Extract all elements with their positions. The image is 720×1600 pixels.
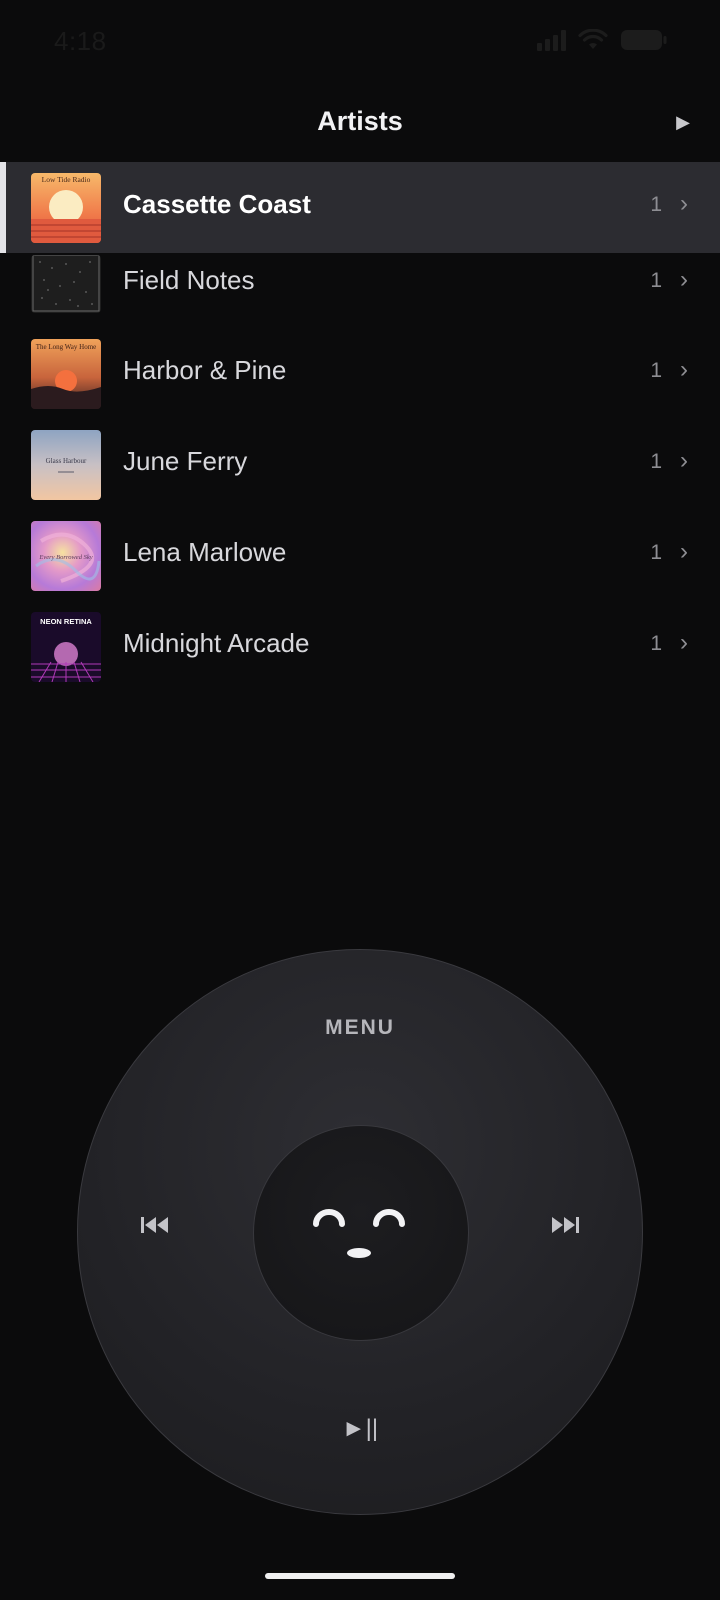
artist-row-harbor-pine[interactable]: The Long Way Home Harbor & Pine 1 › — [0, 328, 720, 419]
album-art-text: NEON RETINA — [40, 617, 92, 626]
album-count: 1 — [650, 359, 662, 382]
battery-icon — [620, 28, 668, 52]
previous-track-icon[interactable] — [140, 1215, 170, 1240]
chevron-right-icon: › — [680, 629, 688, 656]
home-indicator[interactable] — [265, 1573, 455, 1579]
album-count: 1 — [650, 269, 662, 292]
menu-button[interactable]: MENU — [78, 1016, 642, 1040]
header: Artists ▶ — [0, 84, 720, 162]
artist-row-june-ferry[interactable]: Glass Harbour June Ferry 1 › — [0, 419, 720, 510]
album-art-thumbnail: The Long Way Home — [31, 339, 101, 409]
artist-name: June Ferry — [123, 446, 248, 476]
album-art-thumbnail: Every Borrowed Sky — [31, 521, 101, 591]
artist-row-lena-marlowe[interactable]: Every Borrowed Sky Lena Marlowe 1 › — [0, 510, 720, 601]
album-art-thumbnail: Low Tide Radio — [31, 173, 101, 243]
now-playing-play-icon[interactable]: ▶ — [676, 112, 690, 133]
chevron-right-icon: › — [680, 266, 688, 293]
status-time: 4:18 — [54, 26, 107, 56]
chevron-right-icon: › — [680, 538, 688, 565]
page-title: Artists — [317, 106, 403, 136]
artist-name: Cassette Coast — [123, 189, 311, 219]
album-art-text: Every Borrowed Sky — [38, 554, 92, 561]
album-art-text: The Long Way Home — [36, 343, 97, 351]
chevron-right-icon: › — [680, 190, 688, 217]
play-pause-button[interactable]: ►|| — [78, 1415, 642, 1443]
album-count: 1 — [650, 541, 662, 564]
album-art-text: Low Tide Radio — [42, 175, 91, 184]
album-count: 1 — [650, 450, 662, 473]
center-select-button[interactable] — [253, 1125, 469, 1341]
status-bar: 4:18 — [0, 0, 720, 84]
next-track-icon[interactable] — [550, 1215, 580, 1240]
chevron-right-icon: › — [680, 447, 688, 474]
artist-name: Harbor & Pine — [123, 355, 287, 385]
album-art-text: Glass Harbour — [46, 457, 87, 465]
status-icons — [537, 28, 668, 52]
album-art-thumbnail: Glass Harbour — [31, 430, 101, 500]
artist-name: Midnight Arcade — [123, 628, 310, 658]
artist-name: Field Notes — [123, 265, 255, 295]
album-art-thumbnail — [31, 255, 101, 313]
artist-row-cassette-coast[interactable]: Low Tide Radio Cassette Coast 1 › — [0, 162, 720, 253]
album-count: 1 — [650, 632, 662, 655]
chevron-right-icon: › — [680, 356, 688, 383]
artist-name: Lena Marlowe — [123, 537, 287, 567]
artist-list: Low Tide Radio Cassette Coast 1 › Field … — [0, 162, 720, 692]
artist-row-midnight-arcade[interactable]: NEON RETINA Midnight Arcade 1 › — [0, 601, 720, 692]
click-wheel[interactable]: MENU ►|| — [77, 949, 643, 1515]
signal-icon — [537, 29, 566, 51]
artist-row-field-notes[interactable]: Field Notes 1 › — [0, 253, 720, 328]
album-art-thumbnail: NEON RETINA — [31, 612, 101, 682]
album-count: 1 — [650, 193, 662, 216]
face-icon — [302, 1196, 422, 1281]
wifi-icon — [578, 29, 608, 51]
